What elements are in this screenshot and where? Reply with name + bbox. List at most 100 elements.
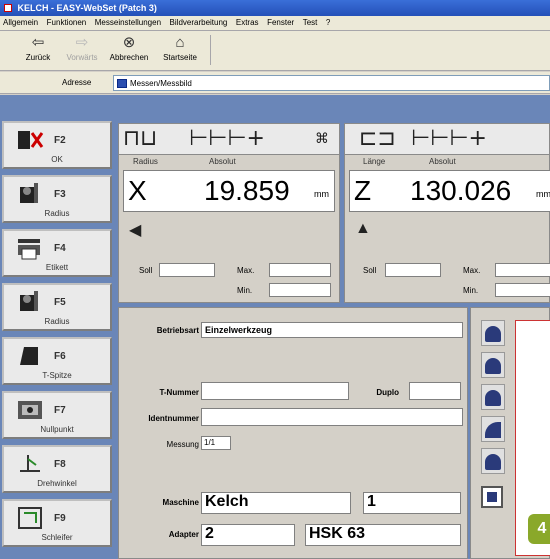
fkey-f4-key: F4 [54, 243, 66, 254]
z-axis-value: 130.026 [410, 175, 512, 206]
cancel-button[interactable]: ⊗ Abbrechen [104, 33, 154, 67]
radius-tool-icon [20, 291, 38, 311]
address-bar: Adresse Messen/Messbild [0, 72, 550, 94]
x-readout: X 19.859 mm [123, 170, 335, 212]
fkey-f8-label: Drehwinkel [37, 479, 77, 488]
menu-allgemein[interactable]: Allgemein [0, 16, 41, 29]
fkey-f6-label: T-Spitze [42, 371, 72, 380]
app-logo-icon [4, 4, 12, 12]
fkey-f4-button[interactable]: F4 Etikett [2, 229, 112, 277]
menu-extras[interactable]: Extras [233, 16, 262, 29]
forward-label: Vorwärts [66, 53, 98, 62]
fkey-f8-button[interactable]: F8 Drehwinkel [2, 445, 112, 493]
menu-test[interactable]: Test [300, 16, 321, 29]
z-max-field[interactable] [495, 263, 550, 277]
axis-edge-icon[interactable]: ⊢⊢⊢+ [189, 127, 265, 151]
tool-profile-icon [485, 358, 501, 374]
frame-icon[interactable]: ⊓⊔ [123, 127, 157, 151]
adapter-type-field[interactable]: HSK 63 [305, 524, 461, 546]
z-soll-label: Soll [363, 266, 377, 275]
fkey-f9-button[interactable]: F9 Schleifer [2, 499, 112, 547]
frame-icon[interactable]: ⊏⊐ [359, 127, 396, 151]
maschine-field[interactable]: Kelch [201, 492, 351, 514]
address-label: Adresse [62, 78, 92, 87]
x-soll-field[interactable] [159, 263, 215, 277]
betriebsart-value: Einzelwerkzeug [205, 325, 273, 335]
printer-icon [18, 239, 40, 260]
fkey-f2-button[interactable]: F2 OK [2, 121, 112, 169]
betriebsart-label: Betriebsart [156, 326, 199, 335]
rotation-angle-icon [20, 455, 40, 472]
x-min-label: Min. [237, 286, 253, 295]
fkey-f7-label: Nullpunkt [40, 425, 74, 434]
fkey-f5-button[interactable]: F5 Radius [2, 283, 112, 331]
z-axis-letter: Z [354, 175, 372, 206]
menu-bildverarbeitung[interactable]: Bildverarbeitung [167, 16, 231, 29]
fkey-f5-label: Radius [44, 317, 70, 326]
fkey-f3-button[interactable]: F3 Radius [2, 175, 112, 223]
tool-profile-icon [485, 326, 501, 342]
fkey-f9-label: Schleifer [41, 533, 73, 542]
fkey-f7-button[interactable]: F7 Nullpunkt [2, 391, 112, 439]
x-max-label: Max. [237, 266, 255, 275]
x-axis-panel: ⊓⊔ ⊢⊢⊢+ ⌘ Radius Absolut X 19.859 mm ◀ S… [118, 123, 340, 303]
window-title: KELCH - EASY-WebSet (Patch 3) [17, 3, 157, 13]
x-max-field[interactable] [269, 263, 331, 277]
tnummer-field[interactable] [201, 382, 349, 400]
ok-icon [18, 131, 44, 149]
tool-button-3[interactable] [481, 384, 505, 410]
menu-help[interactable]: ? [323, 16, 333, 29]
betriebsart-field[interactable]: Einzelwerkzeug [201, 322, 463, 338]
zero-point-icon [18, 401, 42, 419]
menu-bar: Allgemein Funktionen Messeinstellungen B… [0, 16, 550, 31]
fkey-f5-key: F5 [54, 297, 66, 308]
toolbar-separator [210, 35, 211, 65]
fkey-f7-key: F7 [54, 405, 66, 416]
maschine-number-field[interactable]: 1 [363, 492, 461, 514]
maschine-number-value: 1 [367, 493, 376, 510]
forward-button[interactable]: ⇨ Vorwärts [60, 33, 104, 67]
tool-profile-icon [485, 390, 501, 406]
fkey-f9-key: F9 [54, 513, 66, 524]
home-button[interactable]: ⌂ Startseite [156, 33, 204, 67]
z-soll-field[interactable] [385, 263, 441, 277]
menu-messeinstellungen[interactable]: Messeinstellungen [92, 16, 164, 29]
x-axis-mode: Radius [133, 157, 158, 166]
menu-funktionen[interactable]: Funktionen [44, 16, 90, 29]
maschine-label: Maschine [162, 498, 199, 507]
tool-radius-icon [485, 422, 501, 438]
back-label: Zurück [25, 53, 51, 62]
x-axis-letter: X [128, 175, 147, 206]
x-axis-unit: mm [314, 189, 329, 199]
back-button[interactable]: ⇦ Zurück [18, 33, 58, 67]
fkey-f6-button[interactable]: F6 T-Spitze [2, 337, 112, 385]
z-min-field[interactable] [495, 283, 550, 297]
tool-button-1[interactable] [481, 320, 505, 346]
axis-edge-icon[interactable]: ⊢⊢⊢+ [411, 127, 487, 151]
address-value: Messen/Messbild [130, 79, 192, 88]
fkey-f3-label: Radius [44, 209, 70, 218]
fkey-f8-key: F8 [54, 459, 66, 470]
home-label: Startseite [163, 53, 197, 62]
x-min-field[interactable] [269, 283, 331, 297]
menu-fenster[interactable]: Fenster [264, 16, 297, 29]
tool-data-form: Betriebsart Einzelwerkzeug T-Nummer Dupl… [118, 307, 468, 559]
z-axis-toolbar: ⊏⊐ ⊢⊢⊢+ [345, 124, 549, 155]
adapter-field[interactable]: 2 [201, 524, 295, 546]
adapter-label: Adapter [168, 530, 199, 539]
tool-button-5[interactable] [481, 448, 505, 474]
z-axis-mode: Länge [363, 157, 386, 166]
tool-tip-icon [20, 347, 38, 365]
tool-button-2[interactable] [481, 352, 505, 378]
radius-tool-icon [20, 183, 38, 203]
messung-field[interactable]: 1/1 [201, 436, 231, 450]
identnummer-field[interactable] [201, 408, 463, 426]
duplo-field[interactable] [409, 382, 461, 400]
direction-left-icon: ◀ [129, 222, 142, 239]
messung-value: 1/1 [204, 438, 216, 447]
camera-icon[interactable]: ⌘ [315, 127, 329, 151]
tool-button-6[interactable] [481, 486, 503, 508]
address-field[interactable]: Messen/Messbild [113, 75, 550, 91]
tnummer-label: T-Nummer [159, 388, 199, 397]
tool-button-4[interactable] [481, 416, 505, 442]
